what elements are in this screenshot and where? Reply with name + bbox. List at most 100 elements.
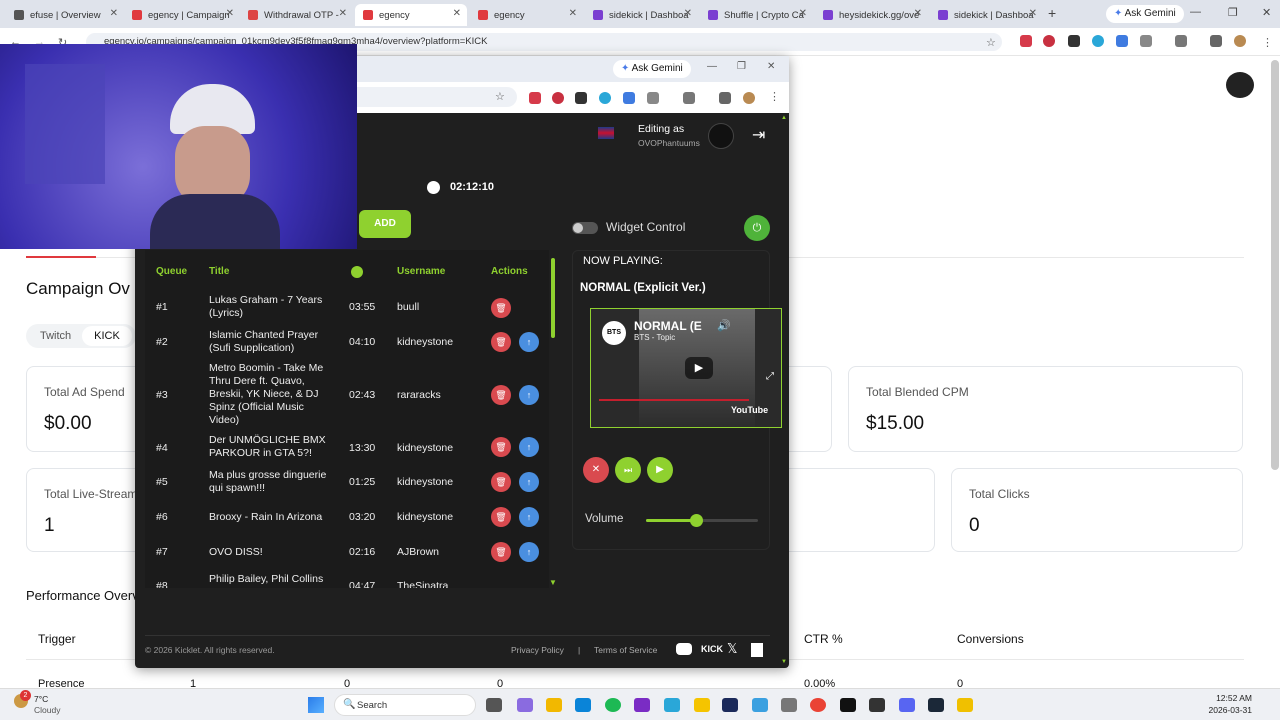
extension-icon[interactable] [623, 92, 635, 104]
move-up-button[interactable]: ↑ [519, 472, 539, 492]
app-icon[interactable] [957, 698, 973, 712]
tab-heysidekick[interactable]: heysidekick.gg/ove ✕ [815, 4, 928, 26]
scroll-down-icon[interactable]: ▼ [781, 659, 787, 665]
ask-gemini-button[interactable]: ✦ Ask Gemini [1106, 5, 1184, 23]
extension-icon[interactable] [599, 92, 611, 104]
copilot-icon[interactable] [517, 698, 533, 712]
maximize-button[interactable]: ❐ [737, 61, 746, 72]
close-window-button[interactable]: ✕ [1262, 6, 1271, 19]
platform-twitch[interactable]: Twitch [40, 330, 71, 342]
edge-icon[interactable] [575, 698, 591, 712]
tab-egency-campaign[interactable]: egency | Campaign ✕ [124, 4, 240, 26]
close-icon[interactable]: ✕ [453, 8, 461, 19]
search-box[interactable]: 🔍 Search [334, 694, 476, 716]
scroll-down-icon[interactable]: ▼ [549, 578, 557, 587]
profile-avatar[interactable] [1234, 35, 1246, 47]
discord-icon[interactable] [676, 643, 692, 655]
extension-icon[interactable] [1020, 35, 1032, 47]
extension-icon[interactable] [719, 92, 731, 104]
move-up-button[interactable]: ↑ [519, 437, 539, 457]
extension-icon[interactable] [1043, 35, 1055, 47]
close-icon[interactable]: ✕ [799, 8, 807, 19]
avatar[interactable] [1226, 72, 1254, 98]
document-icon[interactable] [751, 643, 763, 657]
volume-slider[interactable] [646, 514, 758, 527]
tab-withdrawal-otp[interactable]: Withdrawal OTP - ✕ [240, 4, 353, 26]
progress-bar[interactable] [599, 399, 749, 401]
steam-icon[interactable] [928, 698, 944, 712]
extension-icon[interactable] [1068, 35, 1080, 47]
delete-button[interactable]: 🗑 [491, 298, 511, 318]
close-icon[interactable]: ✕ [339, 8, 347, 19]
app-icon[interactable] [869, 698, 885, 712]
bookmark-star-icon[interactable]: ☆ [986, 36, 996, 49]
extension-icon[interactable] [1092, 35, 1104, 47]
scroll-up-icon[interactable]: ▲ [781, 115, 787, 121]
volume-icon[interactable]: 🔊 [717, 319, 731, 332]
power-button[interactable]: ⏻ [744, 215, 770, 241]
queue-scrollbar[interactable] [551, 258, 555, 338]
app-icon[interactable] [752, 698, 768, 712]
page-scrollbar[interactable] [1271, 60, 1279, 470]
delete-button[interactable]: 🗑 [491, 437, 511, 457]
url-field[interactable] [357, 87, 517, 107]
extension-icon[interactable] [552, 92, 564, 104]
move-up-button[interactable]: ↑ [519, 332, 539, 352]
spotify-icon[interactable] [605, 698, 621, 712]
telegram-icon[interactable] [664, 698, 680, 712]
discord-icon[interactable] [899, 698, 915, 712]
tab-sidekick-dashboard-2[interactable]: sidekick | Dashboa ✕ [930, 4, 1043, 26]
add-button[interactable]: ADD [359, 210, 411, 238]
logout-icon[interactable]: ⇥ [752, 125, 765, 145]
extension-icon[interactable] [529, 92, 541, 104]
uk-flag-icon[interactable] [598, 127, 614, 139]
close-icon[interactable]: ✕ [914, 8, 922, 19]
close-icon[interactable]: ✕ [226, 8, 234, 19]
nzxt-icon[interactable] [634, 698, 650, 712]
delete-button[interactable]: 🗑 [491, 542, 511, 562]
app-icon[interactable] [840, 698, 856, 712]
extension-icon[interactable] [1175, 35, 1187, 47]
terms-link[interactable]: Terms of Service [594, 645, 657, 655]
delete-button[interactable]: 🗑 [491, 332, 511, 352]
maximize-button[interactable]: ❐ [1228, 6, 1238, 19]
close-window-button[interactable]: ✕ [767, 61, 775, 72]
puzzle-icon[interactable] [647, 92, 659, 104]
tab-egency[interactable]: egency ✕ [470, 4, 583, 26]
bookmark-star-icon[interactable]: ☆ [495, 90, 505, 103]
close-icon[interactable]: ✕ [569, 8, 577, 19]
extension-icon[interactable] [575, 92, 587, 104]
delete-button[interactable]: 🗑 [491, 385, 511, 405]
minimize-button[interactable]: — [1190, 6, 1201, 18]
kick-logo[interactable]: KICK [701, 644, 723, 654]
close-icon[interactable]: ✕ [110, 8, 118, 19]
x-icon[interactable]: 𝕏 [727, 641, 737, 657]
tab-efuse[interactable]: efuse | Overview ✕ [6, 4, 124, 26]
puzzle-icon[interactable] [1140, 35, 1152, 47]
stop-button[interactable]: ✕ [583, 457, 609, 483]
delete-button[interactable]: 🗑 [491, 472, 511, 492]
windows-start-icon[interactable] [308, 697, 324, 713]
tab-egency-active[interactable]: egency ✕ [355, 4, 467, 26]
fullscreen-icon[interactable]: ⤢ [766, 371, 774, 382]
video-player[interactable]: BTS NORMAL (E BTS - Topic 🔊 ▶ YouTube ⤢ [590, 308, 782, 428]
menu-icon[interactable]: ⋮ [1262, 36, 1273, 49]
chrome-icon[interactable] [810, 698, 826, 712]
file-explorer-icon[interactable] [546, 698, 562, 712]
close-icon[interactable]: ✕ [1029, 8, 1037, 19]
menu-icon[interactable]: ⋮ [769, 90, 780, 103]
minimize-button[interactable]: — [707, 61, 717, 72]
app-icon[interactable] [722, 698, 738, 712]
new-tab-button[interactable]: + [1048, 5, 1056, 21]
profile-avatar[interactable] [743, 92, 755, 104]
app-icon[interactable] [694, 698, 710, 712]
move-up-button[interactable]: ↑ [519, 542, 539, 562]
play-icon[interactable]: ▶ [685, 357, 713, 379]
play-button[interactable]: ▶ [647, 457, 673, 483]
platform-kick[interactable]: KICK [82, 326, 132, 346]
move-up-button[interactable]: ↑ [519, 385, 539, 405]
tab-shuffle[interactable]: Shuffle | Crypto Ca ✕ [700, 4, 813, 26]
tab-sidekick-dashboard[interactable]: sidekick | Dashboa ✕ [585, 4, 698, 26]
skip-button[interactable]: ⏭ [615, 457, 641, 483]
settings-icon[interactable] [781, 698, 797, 712]
